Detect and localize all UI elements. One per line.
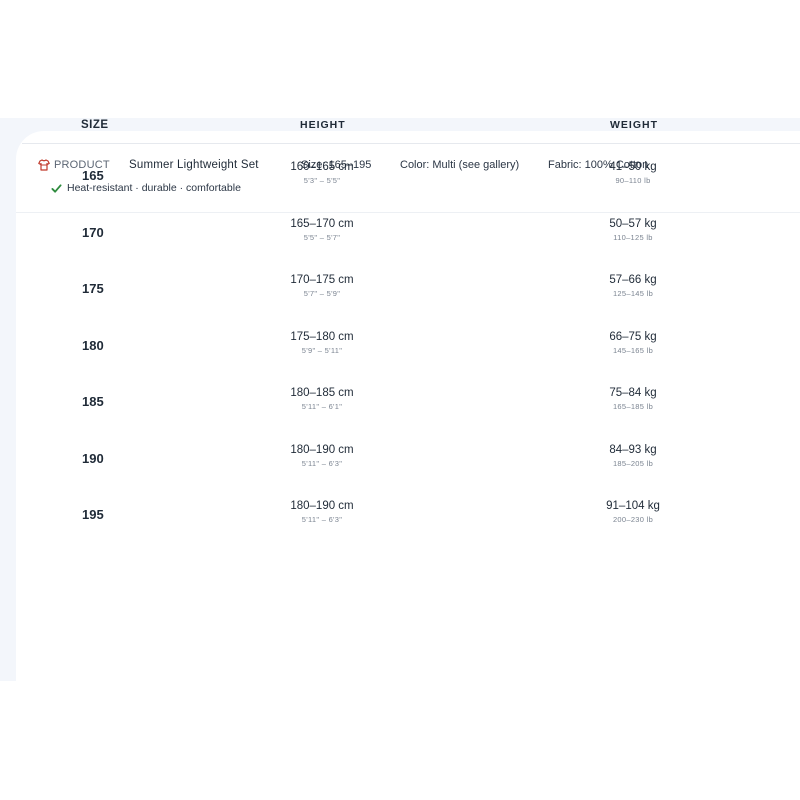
weight-kg: 91–104 kg <box>606 500 660 512</box>
weight-cell: 57–66 kg 125–145 lb <box>563 274 703 298</box>
size-cell: 185 <box>82 394 104 409</box>
height-cm: 180–190 cm <box>290 500 354 512</box>
weight-lb: 145–165 lb <box>612 345 654 355</box>
weight-lb: 165–185 lb <box>612 402 654 411</box>
height-ft: 5'7" – 5'9" <box>303 289 341 298</box>
size-cell: 175 <box>82 281 104 296</box>
table-row: 190 180–190 cm 5'11" – 6'3" 84–93 kg 185… <box>22 428 800 485</box>
table-row: 195 180–190 cm 5'11" – 6'3" 91–104 kg 20… <box>22 484 800 541</box>
height-ft: 5'5" – 5'7" <box>303 232 341 242</box>
height-cell: 180–185 cm 5'11" – 6'1" <box>252 387 392 411</box>
height-cell: 180–190 cm 5'11" – 6'3" <box>252 444 392 468</box>
table-row: 165 160–165 cm 5'3" – 5'5" 41–50 kg 90–1… <box>22 145 800 202</box>
height-cm: 180–185 cm <box>290 387 354 399</box>
height-cell: 180–190 cm 5'11" – 6'3" <box>252 500 392 524</box>
size-cell: 195 <box>82 507 104 522</box>
weight-kg: 41–50 kg <box>609 161 657 173</box>
height-ft: 5'11" – 6'1" <box>301 402 343 411</box>
table-row: 185 180–185 cm 5'11" – 6'1" 75–84 kg 165… <box>22 371 800 428</box>
header-height: HEIGHT <box>300 119 346 131</box>
size-cell: 190 <box>82 450 104 466</box>
weight-lb: 125–145 lb <box>612 289 654 298</box>
weight-cell: 41–50 kg 90–110 lb <box>563 161 703 185</box>
table-row: 180 175–180 cm 5'9" – 5'11" 66–75 kg 145… <box>22 315 800 372</box>
weight-cell: 50–57 kg 110–125 lb <box>563 218 703 242</box>
height-cell: 175–180 cm 5'9" – 5'11" <box>252 331 392 355</box>
weight-kg: 50–57 kg <box>609 217 657 230</box>
table-row: 170 165–170 cm 5'5" – 5'7" 50–57 kg 110–… <box>22 202 800 259</box>
height-ft: 5'3" – 5'5" <box>303 176 341 185</box>
height-ft: 5'11" – 6'3" <box>301 458 343 468</box>
weight-kg: 84–93 kg <box>609 443 657 456</box>
weight-kg: 66–75 kg <box>609 330 657 343</box>
weight-cell: 75–84 kg 165–185 lb <box>563 387 703 411</box>
height-cell: 160–165 cm 5'3" – 5'5" <box>252 161 392 185</box>
weight-cell: 91–104 kg 200–230 lb <box>563 500 703 524</box>
weight-lb: 200–230 lb <box>612 515 654 524</box>
weight-kg: 57–66 kg <box>609 274 657 286</box>
height-cm: 165–170 cm <box>290 217 354 230</box>
height-cm: 180–190 cm <box>290 443 354 456</box>
size-cell: 165 <box>82 168 104 183</box>
height-ft: 5'9" – 5'11" <box>301 345 343 355</box>
table-header: SIZE HEIGHT WEIGHT <box>22 102 800 144</box>
header-weight: WEIGHT <box>610 119 658 131</box>
header-size: SIZE <box>81 119 109 131</box>
height-cm: 170–175 cm <box>290 274 354 286</box>
height-cell: 165–170 cm 5'5" – 5'7" <box>252 218 392 242</box>
height-cell: 170–175 cm 5'7" – 5'9" <box>252 274 392 298</box>
weight-lb: 110–125 lb <box>613 232 653 242</box>
weight-cell: 84–93 kg 185–205 lb <box>563 444 703 468</box>
weight-cell: 66–75 kg 145–165 lb <box>563 331 703 355</box>
height-cm: 175–180 cm <box>290 330 354 343</box>
height-cm: 160–165 cm <box>290 161 354 173</box>
weight-kg: 75–84 kg <box>609 387 657 399</box>
weight-lb: 185–205 lb <box>612 458 654 468</box>
size-table-body: 165 160–165 cm 5'3" – 5'5" 41–50 kg 90–1… <box>22 145 800 541</box>
weight-lb: 90–110 lb <box>615 176 651 185</box>
size-cell: 180 <box>82 337 104 353</box>
height-ft: 5'11" – 6'3" <box>301 515 343 524</box>
size-cell: 170 <box>82 224 104 240</box>
table-row: 175 170–175 cm 5'7" – 5'9" 57–66 kg 125–… <box>22 258 800 315</box>
